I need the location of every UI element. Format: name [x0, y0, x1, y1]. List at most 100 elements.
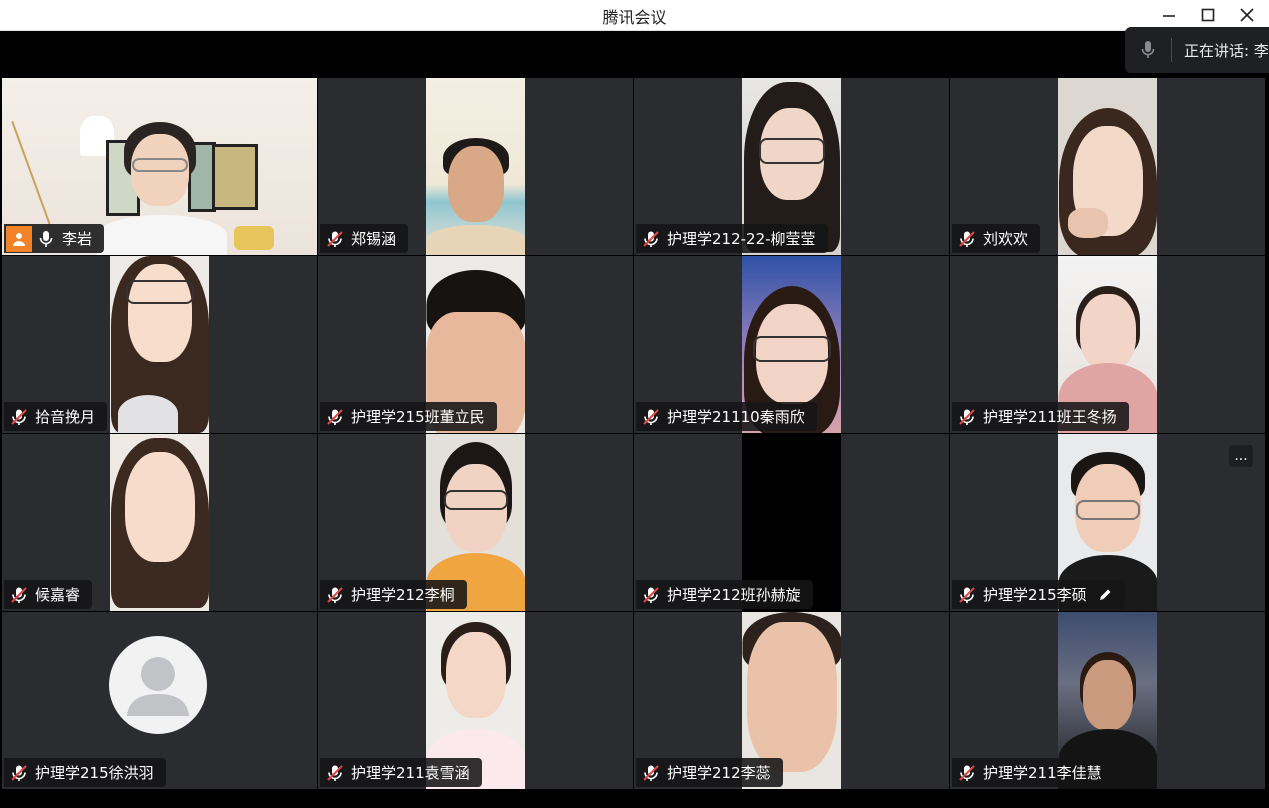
participant-tile[interactable]: 护理学212班孙赫旋 — [634, 434, 949, 611]
face — [1082, 660, 1133, 730]
participant-label: 护理学215李硕 — [952, 580, 1125, 609]
glasses — [132, 158, 188, 172]
participant-tile[interactable]: 护理学212-22-柳莹莹 — [634, 78, 949, 255]
window-title: 腾讯会议 — [602, 8, 667, 27]
maximize-button[interactable] — [1189, 0, 1227, 30]
participant-name: 护理学212班孙赫旋 — [667, 586, 801, 604]
mic-muted-icon — [958, 408, 976, 426]
face — [124, 452, 195, 562]
participant-label: 护理学212-22-柳莹莹 — [636, 224, 828, 253]
participant-label: 护理学211李佳慧 — [952, 758, 1114, 787]
glasses — [125, 280, 194, 304]
participant-label: 护理学212班孙赫旋 — [636, 580, 813, 609]
more-options-icon: ... — [1234, 448, 1248, 464]
pencil-icon[interactable] — [1097, 587, 1113, 603]
participant-tile[interactable]: 护理学215徐洪羽 — [2, 612, 317, 789]
speaking-label: 正在讲话: 李 — [1184, 41, 1269, 60]
mic-muted-icon — [326, 764, 344, 782]
video-feed — [110, 434, 209, 611]
mic-muted-icon — [642, 764, 660, 782]
video-grid: 李岩 郑锡涵 护理学212-22-柳莹莹 刘欢欢 拾音挽月 护理学215班董立民… — [2, 78, 1267, 790]
face — [746, 622, 837, 772]
participant-name: 护理学215李硕 — [983, 586, 1087, 604]
participant-label: 护理学211班王冬扬 — [952, 402, 1129, 431]
participant-label: 护理学212李桐 — [320, 580, 467, 609]
face — [127, 264, 192, 362]
mic-muted-icon — [10, 586, 28, 604]
participant-tile[interactable]: ... 护理学215李硕 — [950, 434, 1265, 611]
video-feed — [1058, 78, 1157, 255]
participant-name: 刘欢欢 — [983, 230, 1029, 248]
participant-name: 护理学212李蕊 — [667, 764, 771, 782]
mic-muted-icon — [326, 408, 344, 426]
participant-name: 护理学215班董立民 — [351, 408, 485, 426]
face — [445, 632, 506, 718]
participant-tile[interactable]: 李岩 — [2, 78, 317, 255]
participant-tile[interactable]: 护理学211班王冬扬 — [950, 256, 1265, 433]
mic-muted-icon — [642, 230, 660, 248]
participant-label: 刘欢欢 — [952, 224, 1041, 253]
meeting-top-bar — [0, 31, 1269, 78]
participant-name: 护理学211李佳慧 — [983, 764, 1102, 782]
host-icon — [6, 225, 32, 252]
default-user-avatar-icon — [109, 636, 207, 734]
glasses — [1075, 500, 1140, 520]
participant-name: 护理学21110秦雨欣 — [667, 408, 805, 426]
participant-name: 郑锡涵 — [351, 230, 397, 248]
mic-muted-icon — [642, 586, 660, 604]
cushion — [234, 226, 274, 250]
participant-tile[interactable]: 护理学211李佳慧 — [950, 612, 1265, 789]
participant-name: 护理学211班王冬扬 — [983, 408, 1117, 426]
participant-label: 李岩 — [4, 224, 105, 253]
mic-muted-icon — [10, 408, 28, 426]
speaking-indicator: 正在讲话: 李 — [1125, 27, 1269, 73]
mic-muted-icon — [958, 764, 976, 782]
face — [447, 146, 504, 222]
mic-muted-icon — [958, 230, 976, 248]
title-bar: 腾讯会议 — [0, 0, 1269, 31]
participant-name: 候嘉睿 — [35, 586, 81, 604]
participant-name: 护理学212-22-柳莹莹 — [667, 230, 816, 248]
participant-tile[interactable]: 刘欢欢 — [950, 78, 1265, 255]
shoulders — [426, 225, 525, 255]
mic-muted-icon — [10, 764, 28, 782]
wall-painting — [212, 144, 258, 210]
face — [1079, 294, 1136, 370]
participant-tile[interactable]: 拾音挽月 — [2, 256, 317, 433]
participant-name: 护理学215徐洪羽 — [35, 764, 154, 782]
participant-label: 候嘉睿 — [4, 580, 93, 609]
participant-name: 李岩 — [62, 230, 93, 248]
participant-tile[interactable]: 护理学21110秦雨欣 — [634, 256, 949, 433]
mic-muted-icon — [326, 230, 344, 248]
mic-muted-icon — [326, 586, 344, 604]
glasses — [758, 138, 825, 164]
mic-muted-icon — [958, 586, 976, 604]
participant-label: 拾音挽月 — [4, 402, 108, 431]
participant-tile[interactable]: 护理学211袁雪涵 — [318, 612, 633, 789]
more-options-button[interactable]: ... — [1229, 445, 1253, 467]
bottom-bar — [0, 790, 1269, 808]
participant-tile[interactable]: 郑锡涵 — [318, 78, 633, 255]
maximize-icon — [1201, 8, 1215, 22]
participant-label: 护理学211袁雪涵 — [320, 758, 482, 787]
participant-label: 护理学215班董立民 — [320, 402, 497, 431]
mic-muted-icon — [642, 408, 660, 426]
video-feed — [426, 78, 525, 255]
participant-label: 护理学215徐洪羽 — [4, 758, 166, 787]
participant-tile[interactable]: 护理学212李桐 — [318, 434, 633, 611]
cat — [118, 395, 178, 433]
video-feed — [110, 256, 209, 433]
minimize-icon — [1163, 15, 1175, 17]
glasses — [752, 336, 831, 362]
participant-tile[interactable]: 候嘉睿 — [2, 434, 317, 611]
mic-icon — [37, 230, 55, 248]
participant-tile[interactable]: 护理学215班董立民 — [318, 256, 633, 433]
participant-label: 郑锡涵 — [320, 224, 409, 253]
close-button[interactable] — [1228, 0, 1266, 30]
mic-icon — [1125, 38, 1172, 62]
participant-label: 护理学212李蕊 — [636, 758, 783, 787]
participant-tile[interactable]: 护理学212李蕊 — [634, 612, 949, 789]
participant-name: 护理学212李桐 — [351, 586, 455, 604]
minimize-button[interactable] — [1150, 0, 1188, 30]
participant-name: 护理学211袁雪涵 — [351, 764, 470, 782]
